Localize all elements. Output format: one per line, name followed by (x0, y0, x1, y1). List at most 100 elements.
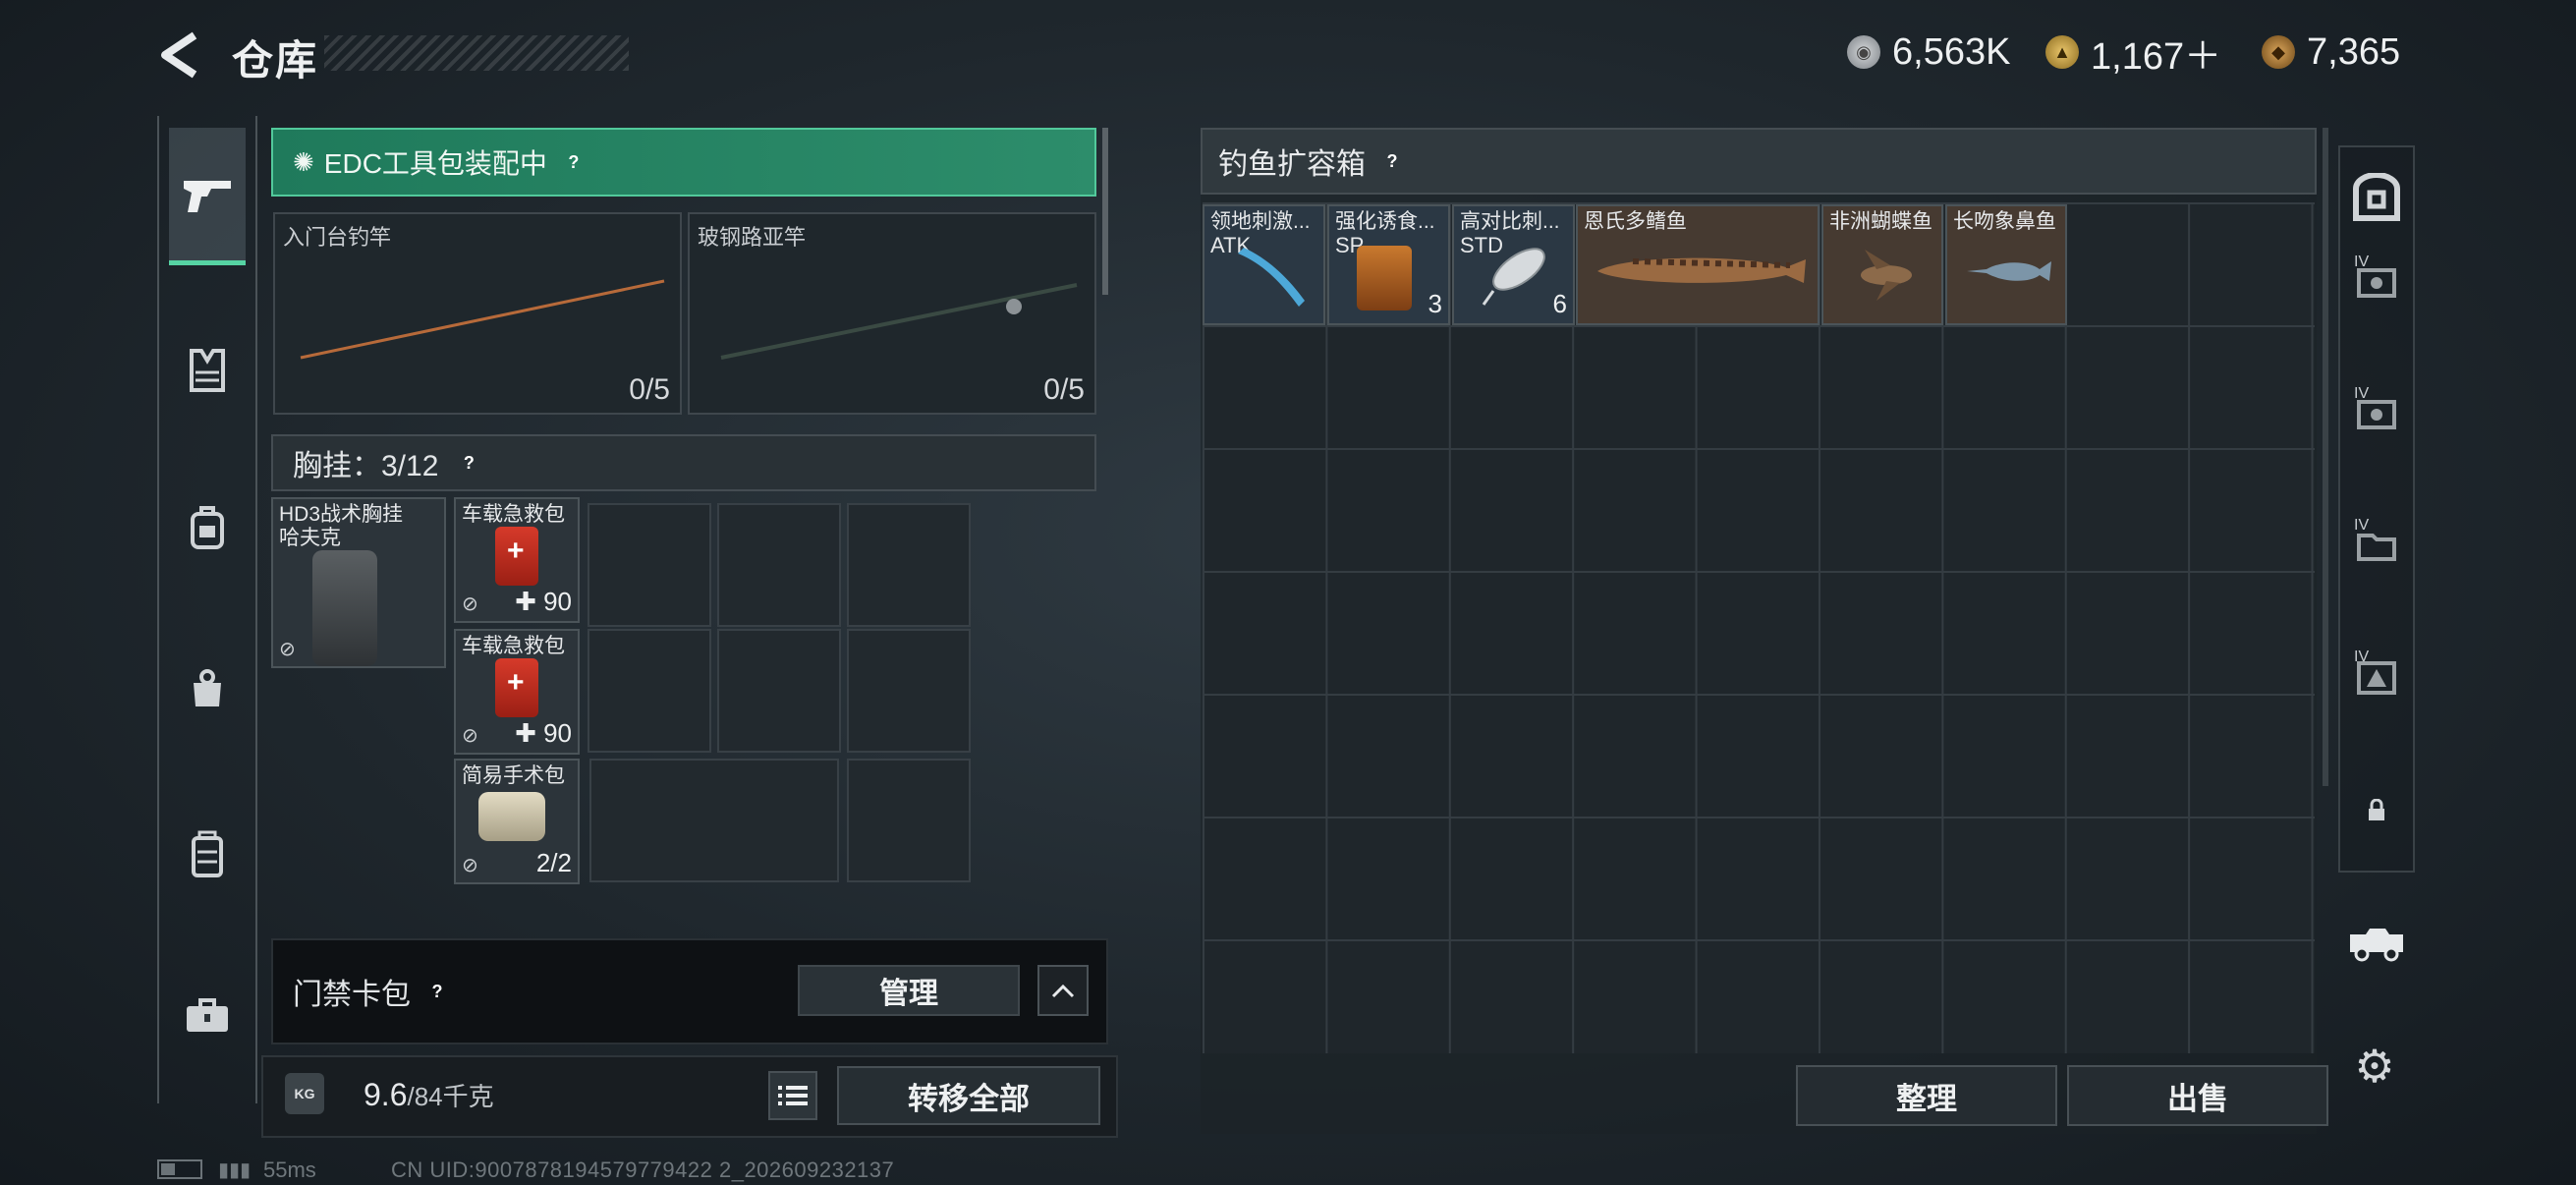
tier-label: IV (2354, 254, 2370, 270)
edc-label: EDC工具包装配中 (323, 148, 547, 179)
item-value: 2/2 (535, 848, 572, 877)
item-label: 领地刺激... (1210, 210, 1311, 233)
soft-lure-icon (1238, 248, 1305, 307)
weight-icon: KG (285, 1073, 324, 1114)
sort-button[interactable]: 整理 (1796, 1065, 2057, 1126)
container-tab-2[interactable]: IV (2342, 379, 2411, 448)
triangle-coin-icon: ▲ (2045, 35, 2079, 69)
rod-slot-label: 玻钢路亚竿 (698, 225, 807, 250)
currency-silver-value: 6,563K (1892, 30, 2011, 73)
inventory-item[interactable]: 强化诱食... SP 3 (1327, 204, 1450, 325)
empty-slot[interactable] (588, 629, 711, 753)
currency-bronze: ◆ 7,365 (2262, 28, 2400, 77)
elephantnose-fish-icon (1967, 261, 2051, 281)
no-insure-icon: ⊘ (462, 593, 478, 615)
ping-readout: 55ms (263, 1157, 316, 1182)
backpack-icon[interactable] (169, 489, 246, 566)
first-aid-kit-icon (495, 658, 538, 717)
uid-readout: CN UID:9007878194579779422 2_20260923213… (391, 1157, 895, 1182)
chevron-up-icon (1051, 984, 1075, 998)
currency-bronze-value: 7,365 (2307, 30, 2401, 73)
tier-label: IV (2354, 385, 2370, 402)
fishing-box-header: 钓鱼扩容箱 ? (1201, 128, 2317, 195)
weight-current: 9.6 (364, 1077, 408, 1112)
item-label: 简易手术包 (462, 764, 565, 787)
chest-rig-header: 胸挂：3/12 ? (271, 434, 1096, 491)
back-button[interactable] (155, 29, 204, 81)
lock-icon (2342, 776, 2411, 845)
container-tab-1[interactable]: IV (2342, 248, 2411, 316)
fishing-box-title: 钓鱼扩容箱 (1218, 148, 1366, 181)
empty-slot[interactable] (589, 759, 839, 882)
inventory-item[interactable]: 车载急救包 ⊘ ✚ 90 (454, 497, 580, 623)
edc-help-icon[interactable]: ? (559, 147, 588, 177)
empty-slot[interactable] (847, 503, 971, 627)
vest-icon[interactable] (169, 332, 246, 409)
item-count: 3 (1428, 289, 1442, 318)
inventory-item[interactable]: 车载急救包 ⊘ ✚ 90 (454, 629, 580, 755)
rod-slot-1[interactable]: 入门台钓竿 0/5 (273, 212, 682, 415)
container-tab-3[interactable]: IV (2342, 511, 2411, 580)
fishing-box-tab-icon[interactable] (2342, 163, 2411, 232)
title-decoration (324, 35, 629, 71)
left-scrollbar[interactable] (1102, 128, 1108, 295)
rod-slot-label: 入门台钓竿 (283, 225, 392, 250)
inventory-item[interactable]: 恩氏多鳍鱼 (1576, 204, 1820, 325)
inventory-item[interactable]: 长吻象鼻鱼 (1945, 204, 2067, 325)
silver-coin-icon: ◉ (1847, 35, 1880, 69)
empty-slot[interactable] (847, 629, 971, 753)
item-label: 非洲蝴蝶鱼 (1829, 210, 1932, 233)
battery-icon (157, 1159, 202, 1179)
empty-slot[interactable] (717, 503, 841, 627)
page-title: 仓库 (232, 37, 319, 84)
pouch-icon[interactable] (169, 650, 246, 727)
empty-slot[interactable] (847, 759, 971, 882)
empty-slot[interactable] (588, 503, 711, 627)
surgery-kit-icon (478, 792, 545, 841)
no-insure-icon: ⊘ (279, 639, 296, 660)
vehicle-icon[interactable] (2342, 908, 2411, 977)
item-label: 强化诱食... (1335, 210, 1435, 233)
container-tab-4[interactable]: IV (2342, 643, 2411, 711)
fishing-rod-icon (300, 279, 665, 360)
manage-button[interactable]: 管理 (798, 965, 1020, 1016)
bronze-coin-icon: ◆ (2262, 35, 2295, 69)
list-view-button[interactable] (768, 1071, 817, 1120)
item-value: ✚ 90 (515, 587, 572, 616)
currency-silver: ◉ 6,563K (1847, 28, 2010, 77)
case-icon[interactable] (169, 816, 246, 892)
inventory-item[interactable]: 高对比刺... STD 6 (1452, 204, 1575, 325)
item-label: 高对比刺... (1460, 210, 1560, 233)
item-label: 车载急救包 (462, 635, 565, 657)
signal-icon: ▮▮▮ (218, 1159, 252, 1181)
no-insure-icon: ⊘ (462, 855, 478, 876)
currency-tri-value: 1,167＋ (2091, 35, 2222, 78)
item-label: 长吻象鼻鱼 (1953, 210, 2056, 233)
collapse-button[interactable] (1037, 965, 1089, 1016)
weight-max: /84千克 (407, 1082, 494, 1111)
edc-gear-icon: ✺ (293, 146, 314, 177)
vest-label: HD3战术胸挂 哈夫克 (279, 503, 404, 549)
inventory-item[interactable]: 领地刺激... ATK (1203, 204, 1325, 325)
edc-status-bar[interactable]: ✺ EDC工具包装配中 ? (271, 128, 1096, 197)
bichir-fish-icon (1597, 257, 1806, 283)
pistol-icon[interactable] (169, 128, 246, 265)
transfer-all-button[interactable]: 转移全部 (837, 1066, 1100, 1125)
sell-button[interactable]: 出售 (2067, 1065, 2328, 1126)
item-label: 恩氏多鳍鱼 (1584, 210, 1687, 233)
tier-label: IV (2354, 517, 2370, 534)
keycard-label: 门禁卡包 (293, 979, 411, 1011)
toolbox-icon[interactable] (169, 977, 246, 1053)
keycard-help-icon[interactable]: ? (422, 977, 452, 1006)
empty-slot[interactable] (717, 629, 841, 753)
chest-help-icon[interactable]: ? (454, 448, 483, 478)
box-help-icon[interactable]: ? (1377, 146, 1407, 176)
rod-slot-2[interactable]: 玻钢路亚竿 0/5 (688, 212, 1096, 415)
fishing-box-grid[interactable] (1203, 202, 2315, 1053)
item-count: 6 (1552, 289, 1567, 318)
right-scrollbar[interactable] (2323, 128, 2328, 786)
butterfly-fish-icon (1861, 250, 1912, 301)
gear-icon[interactable]: ⚙ (2348, 1040, 2401, 1093)
inventory-item[interactable]: 非洲蝴蝶鱼 (1821, 204, 1943, 325)
currency-tri[interactable]: ▲ 1,167＋ (2045, 28, 2222, 78)
